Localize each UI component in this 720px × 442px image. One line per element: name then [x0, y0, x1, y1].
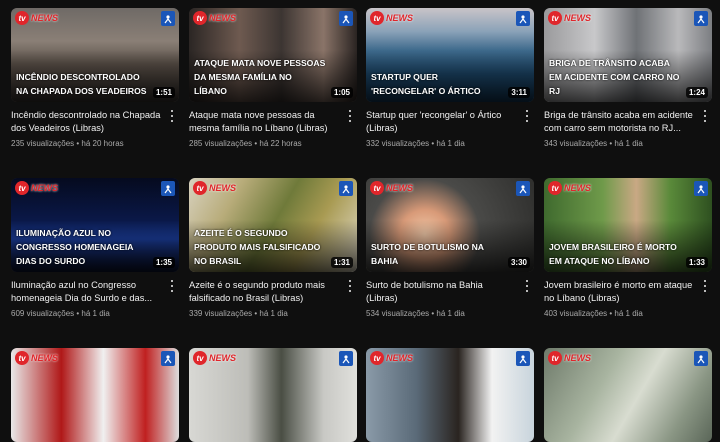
video-thumbnail[interactable]: tv NEWS Iluminação azul no Congresso home…: [11, 178, 179, 272]
channel-logo: tv NEWS: [548, 181, 591, 195]
video-title[interactable]: Briga de trânsito acaba em acidente com …: [544, 109, 694, 135]
video-duration: 1:51: [152, 87, 175, 98]
video-card[interactable]: tv NEWS Startup quer 'recongelar' o Ártic…: [366, 8, 534, 148]
channel-logo: tv NEWS: [548, 351, 591, 365]
video-meta: 343 visualizações • há 1 dia: [544, 139, 643, 148]
more-options-icon[interactable]: [167, 279, 177, 293]
channel-logo: tv NEWS: [370, 11, 413, 25]
video-thumbnail[interactable]: tv NEWS Briga de trânsito acaba em aciden…: [544, 8, 712, 102]
video-thumbnail[interactable]: tv NEWS: [189, 348, 357, 442]
video-duration: 1:24: [685, 87, 708, 98]
libras-badge-icon: [516, 181, 530, 196]
video-card[interactable]: tv NEWS: [544, 348, 712, 442]
video-thumbnail[interactable]: tv NEWS: [366, 348, 534, 442]
libras-badge-icon: [516, 11, 530, 26]
more-options-icon[interactable]: [522, 279, 532, 293]
libras-badge-icon: [694, 351, 708, 366]
video-card[interactable]: tv NEWS Iluminação azul no Congresso home…: [11, 178, 179, 318]
video-thumbnail[interactable]: tv NEWS Startup quer 'recongelar' o Ártic…: [366, 8, 534, 102]
video-title[interactable]: Ataque mata nove pessoas da mesma famíli…: [189, 109, 339, 135]
video-meta: 235 visualizações • há 20 horas: [11, 139, 124, 148]
video-card[interactable]: tv NEWS: [11, 348, 179, 442]
thumbnail-headline: Briga de trânsito acaba em acidente com …: [549, 58, 680, 96]
more-options-icon[interactable]: [345, 279, 355, 293]
video-title[interactable]: Azeite é o segundo produto mais falsific…: [189, 279, 339, 305]
channel-logo: tv NEWS: [370, 351, 413, 365]
thumbnail-headline: Iluminação azul no Congresso homenageia …: [16, 228, 134, 266]
channel-logo: tv NEWS: [548, 11, 591, 25]
video-duration: 1:33: [685, 257, 708, 268]
video-card[interactable]: tv NEWS: [189, 348, 357, 442]
libras-badge-icon: [339, 351, 353, 366]
channel-logo: tv NEWS: [193, 11, 236, 25]
video-meta: 339 visualizações • há 1 dia: [189, 309, 288, 318]
more-options-icon[interactable]: [700, 279, 710, 293]
libras-badge-icon: [161, 181, 175, 196]
video-thumbnail[interactable]: tv NEWS Azeite é o segundo produto mais f…: [189, 178, 357, 272]
video-title[interactable]: Incêndio descontrolado na Chapada dos Ve…: [11, 109, 161, 135]
video-thumbnail[interactable]: tv NEWS Surto de botulismo na Bahia 3:30: [366, 178, 534, 272]
channel-logo: tv NEWS: [15, 181, 58, 195]
video-thumbnail[interactable]: tv NEWS Jovem brasileiro é morto em ataqu…: [544, 178, 712, 272]
video-card[interactable]: tv NEWS Jovem brasileiro é morto em ataqu…: [544, 178, 712, 318]
video-card[interactable]: tv NEWS Surto de botulismo na Bahia 3:30 …: [366, 178, 534, 318]
video-duration: 3:30: [507, 257, 530, 268]
thumbnail-headline: Startup quer 'recongelar' o Ártico: [371, 72, 481, 96]
video-card[interactable]: tv NEWS Ataque mata nove pessoas da mesma…: [189, 8, 357, 148]
channel-logo: tv NEWS: [370, 181, 413, 195]
video-card[interactable]: tv NEWS Azeite é o segundo produto mais f…: [189, 178, 357, 318]
video-duration: 1:31: [330, 257, 353, 268]
video-title[interactable]: Surto de botulismo na Bahia (Libras): [366, 279, 516, 305]
video-meta: 403 visualizações • há 1 dia: [544, 309, 643, 318]
libras-badge-icon: [339, 181, 353, 196]
libras-badge-icon: [161, 11, 175, 26]
video-duration: 1:05: [330, 87, 353, 98]
thumbnail-headline: Azeite é o segundo produto mais falsific…: [194, 228, 321, 266]
video-title[interactable]: Jovem brasileiro é morto em ataque no Lí…: [544, 279, 694, 305]
libras-badge-icon: [694, 11, 708, 26]
video-duration: 1:35: [152, 257, 175, 268]
thumbnail-headline: Jovem brasileiro é morto em ataque no Lí…: [549, 242, 677, 266]
video-meta: 285 visualizações • há 22 horas: [189, 139, 302, 148]
video-title[interactable]: Startup quer 'recongelar' o Ártico (Libr…: [366, 109, 516, 135]
video-meta: 332 visualizações • há 1 dia: [366, 139, 465, 148]
video-grid: tv NEWS Incêndio descontrolado na Chapada…: [0, 0, 720, 442]
channel-logo: tv NEWS: [193, 181, 236, 195]
libras-badge-icon: [516, 351, 530, 366]
video-meta: 609 visualizações • há 1 dia: [11, 309, 110, 318]
video-card[interactable]: tv NEWS: [366, 348, 534, 442]
video-thumbnail[interactable]: tv NEWS: [11, 348, 179, 442]
more-options-icon[interactable]: [345, 109, 355, 123]
channel-logo: tv NEWS: [15, 11, 58, 25]
video-card[interactable]: tv NEWS Briga de trânsito acaba em aciden…: [544, 8, 712, 148]
video-title[interactable]: Iluminação azul no Congresso homenageia …: [11, 279, 161, 305]
video-card[interactable]: tv NEWS Incêndio descontrolado na Chapada…: [11, 8, 179, 148]
video-meta: 534 visualizações • há 1 dia: [366, 309, 465, 318]
more-options-icon[interactable]: [167, 109, 177, 123]
more-options-icon[interactable]: [522, 109, 532, 123]
channel-logo: tv NEWS: [15, 351, 58, 365]
video-thumbnail[interactable]: tv NEWS Incêndio descontrolado na Chapada…: [11, 8, 179, 102]
thumbnail-headline: Incêndio descontrolado na Chapada dos Ve…: [16, 72, 147, 96]
libras-badge-icon: [161, 351, 175, 366]
video-duration: 3:11: [508, 87, 530, 98]
thumbnail-headline: Surto de botulismo na Bahia: [371, 242, 484, 266]
video-thumbnail[interactable]: tv NEWS Ataque mata nove pessoas da mesma…: [189, 8, 357, 102]
libras-badge-icon: [339, 11, 353, 26]
channel-logo: tv NEWS: [193, 351, 236, 365]
thumbnail-headline: Ataque mata nove pessoas da mesma famíli…: [194, 58, 326, 96]
video-thumbnail[interactable]: tv NEWS: [544, 348, 712, 442]
libras-badge-icon: [694, 181, 708, 196]
more-options-icon[interactable]: [700, 109, 710, 123]
